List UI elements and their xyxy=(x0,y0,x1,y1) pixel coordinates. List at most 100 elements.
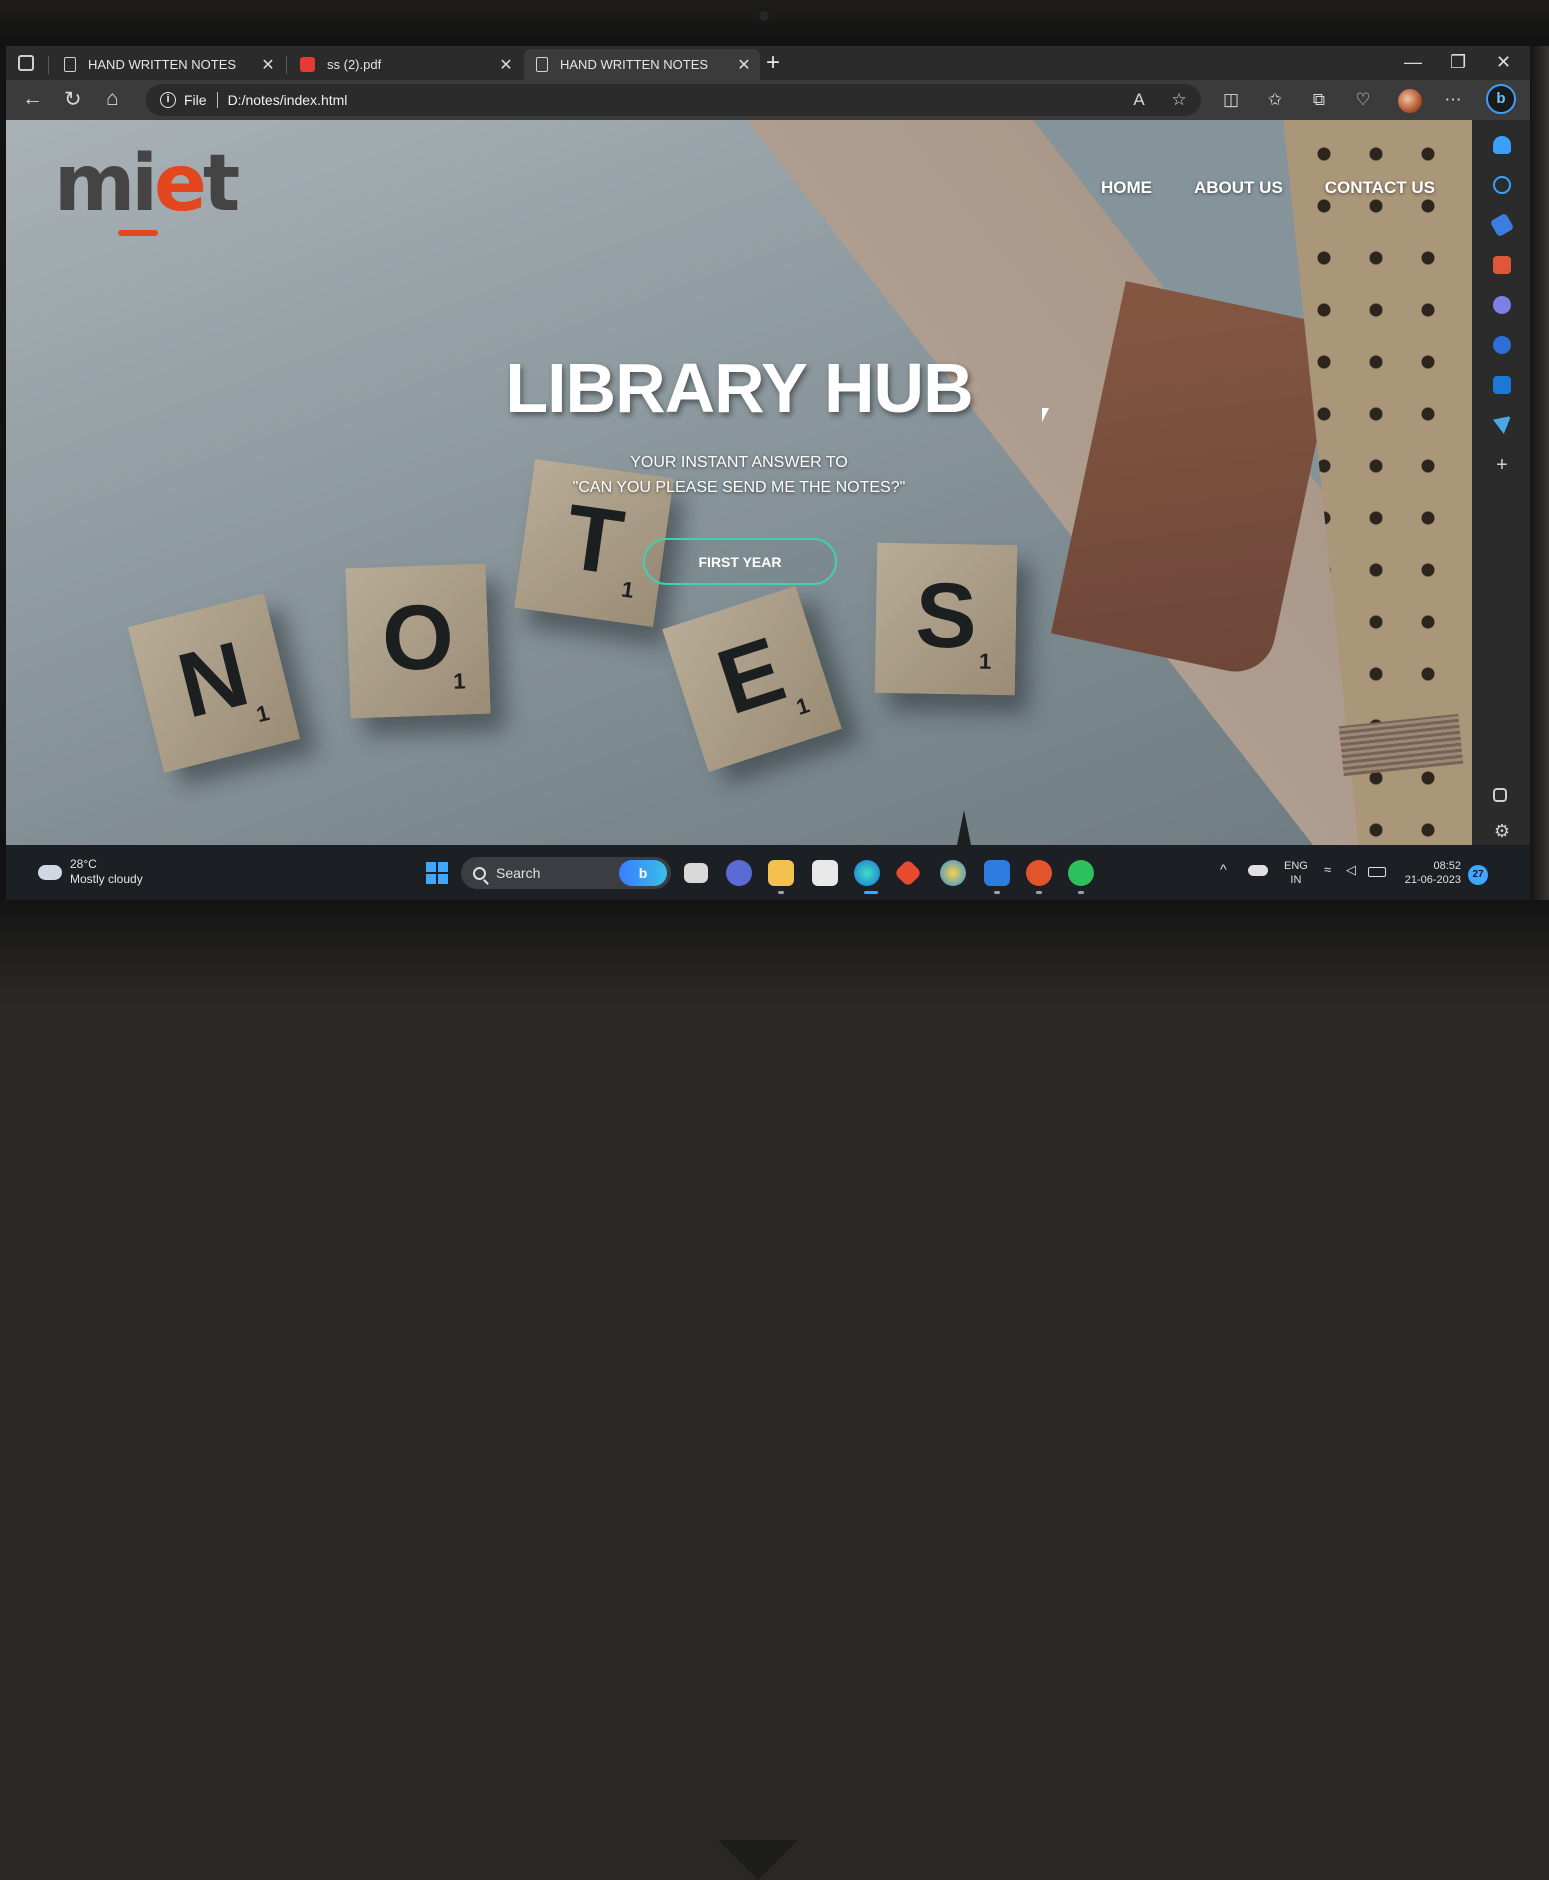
tab-close-icon[interactable]: ✕ xyxy=(258,55,278,75)
microsoft-store-icon[interactable] xyxy=(812,860,838,886)
clock-time: 08:52 xyxy=(1433,860,1461,872)
outlook-icon[interactable] xyxy=(1493,376,1511,394)
tab-hand-written-notes-active[interactable]: HAND WRITTEN NOTES ✕ xyxy=(524,49,760,80)
hero-subtitle-line-2: "CAN YOU PLEASE SEND ME THE NOTES?" xyxy=(572,479,906,496)
language-line-1: ENG xyxy=(1284,860,1308,872)
nav-contact-us[interactable]: CONTACT US xyxy=(1325,178,1435,198)
read-aloud-icon[interactable]: A xyxy=(1128,89,1150,111)
powerpoint-icon[interactable] xyxy=(1026,860,1052,886)
battery-icon[interactable] xyxy=(1368,867,1386,877)
people-icon[interactable] xyxy=(1493,296,1511,314)
weather-widget[interactable]: 28°C Mostly cloudy xyxy=(38,857,143,887)
collections-icon[interactable]: ⧉ xyxy=(1308,89,1330,111)
mouse-cursor-icon xyxy=(1042,408,1049,422)
profile-avatar[interactable] xyxy=(1398,89,1422,113)
add-icon[interactable]: + xyxy=(1493,455,1511,475)
settings-gear-icon[interactable]: ⚙ xyxy=(1493,822,1511,840)
messenger-icon[interactable] xyxy=(984,860,1010,886)
address-separator xyxy=(216,92,218,108)
tab-label: HAND WRITTEN NOTES xyxy=(560,57,709,72)
refresh-icon[interactable]: ↻ xyxy=(64,87,82,112)
app-running-indicator xyxy=(994,891,1000,894)
page-icon xyxy=(536,57,548,72)
file-explorer-icon[interactable] xyxy=(768,860,794,886)
app-running-indicator xyxy=(1078,891,1084,894)
tools-icon[interactable] xyxy=(1489,212,1515,238)
windows-start-icon[interactable] xyxy=(426,862,448,884)
onedrive-icon[interactable] xyxy=(1248,865,1268,876)
logo-text-accent: e xyxy=(154,139,207,229)
browser-toolbar: ← ↻ ⌂ i File D:/notes/index.html A ☆ ◫ ✩… xyxy=(6,80,1530,120)
nav-about-us[interactable]: ABOUT US xyxy=(1194,178,1283,198)
bing-icon[interactable]: b xyxy=(619,860,667,886)
teams-chat-icon[interactable] xyxy=(726,860,752,886)
back-icon[interactable]: ← xyxy=(22,87,43,111)
minimize-button[interactable]: — xyxy=(1404,52,1422,73)
hero-subtitle: YOUR INSTANT ANSWER TO "CAN YOU PLEASE S… xyxy=(6,450,1472,500)
clock-date: 21-06-2023 xyxy=(1404,874,1461,886)
tab-pdf[interactable]: ss (2).pdf ✕ xyxy=(288,49,522,80)
wifi-icon[interactable]: ≈ xyxy=(1324,862,1331,877)
sidebar-hide-icon[interactable] xyxy=(1493,788,1507,802)
volume-icon[interactable]: ◁ xyxy=(1346,862,1356,878)
weather-condition: Mostly cloudy xyxy=(70,872,143,886)
task-view-icon[interactable] xyxy=(684,863,708,883)
whatsapp-icon[interactable] xyxy=(1068,860,1094,886)
favorite-star-icon[interactable]: ☆ xyxy=(1168,89,1190,111)
tab-close-icon[interactable]: ✕ xyxy=(734,55,754,75)
site-logo[interactable]: miet xyxy=(54,144,240,239)
split-screen-icon[interactable]: ◫ xyxy=(1220,89,1242,111)
webcam xyxy=(759,11,769,21)
logo-text: miet xyxy=(54,144,240,224)
chrome-icon[interactable] xyxy=(940,860,966,886)
taskbar-search-label: Search xyxy=(496,865,541,881)
edge-icon[interactable] xyxy=(854,860,880,886)
search-icon[interactable] xyxy=(1493,176,1511,194)
maximize-button[interactable]: ❐ xyxy=(1450,52,1466,73)
logo-text-pre: mi xyxy=(54,139,158,229)
laptop-bezel-bottom xyxy=(0,900,1549,1880)
page-icon xyxy=(64,57,76,72)
tab-actions-icon[interactable] xyxy=(18,55,34,71)
nav-home[interactable]: HOME xyxy=(1101,178,1152,198)
address-bar[interactable]: i File D:/notes/index.html xyxy=(146,84,1201,116)
info-icon[interactable]: i xyxy=(160,92,176,108)
pdf-icon xyxy=(300,57,315,72)
favorites-icon[interactable]: ✩ xyxy=(1264,89,1286,111)
system-clock[interactable]: 08:52 21-06-2023 xyxy=(1396,859,1461,887)
logo-underline xyxy=(118,230,158,236)
laptop-bezel-right xyxy=(1530,46,1549,900)
tab-hand-written-notes-1[interactable]: HAND WRITTEN NOTES ✕ xyxy=(52,49,284,80)
tab-close-icon[interactable]: ✕ xyxy=(496,55,516,75)
more-menu-icon[interactable]: ⋯ xyxy=(1442,89,1464,111)
address-url[interactable]: D:/notes/index.html xyxy=(228,92,348,108)
games-icon[interactable] xyxy=(1493,336,1511,354)
browser-essentials-icon[interactable]: ♡ xyxy=(1352,89,1374,111)
show-hidden-icons-chevron-icon[interactable]: ^ xyxy=(1220,861,1227,877)
shopping-bag-icon[interactable] xyxy=(1493,256,1511,274)
browser-tab-bar: HAND WRITTEN NOTES ✕ ss (2).pdf ✕ HAND W… xyxy=(6,46,1530,80)
tab-label: ss (2).pdf xyxy=(327,57,382,72)
language-line-2: IN xyxy=(1290,874,1302,886)
notification-bell-icon[interactable] xyxy=(1493,136,1511,154)
git-icon[interactable] xyxy=(893,858,923,888)
tab-label: HAND WRITTEN NOTES xyxy=(88,57,237,72)
new-tab-button[interactable]: + xyxy=(766,49,780,77)
taskbar-search[interactable]: Search b xyxy=(461,857,671,889)
address-scheme: File xyxy=(184,92,207,108)
language-indicator[interactable]: ENG IN xyxy=(1284,859,1308,887)
weather-temp: 28°C xyxy=(70,857,97,871)
tab-separator xyxy=(286,56,287,74)
edge-sidebar: + ⚙ xyxy=(1472,120,1530,845)
logo-text-post: t xyxy=(202,139,240,229)
search-icon xyxy=(473,866,486,880)
first-year-button[interactable]: FIRST YEAR xyxy=(643,538,837,585)
app-running-indicator xyxy=(1036,891,1042,894)
notification-center-badge[interactable]: 27 xyxy=(1468,865,1488,885)
laptop-logo-icon xyxy=(718,1840,798,1880)
send-icon[interactable] xyxy=(1493,416,1511,434)
bing-chat-icon[interactable]: b xyxy=(1486,84,1516,114)
close-window-button[interactable]: ✕ xyxy=(1496,52,1511,73)
tab-separator xyxy=(48,56,49,74)
home-icon[interactable]: ⌂ xyxy=(106,87,119,111)
